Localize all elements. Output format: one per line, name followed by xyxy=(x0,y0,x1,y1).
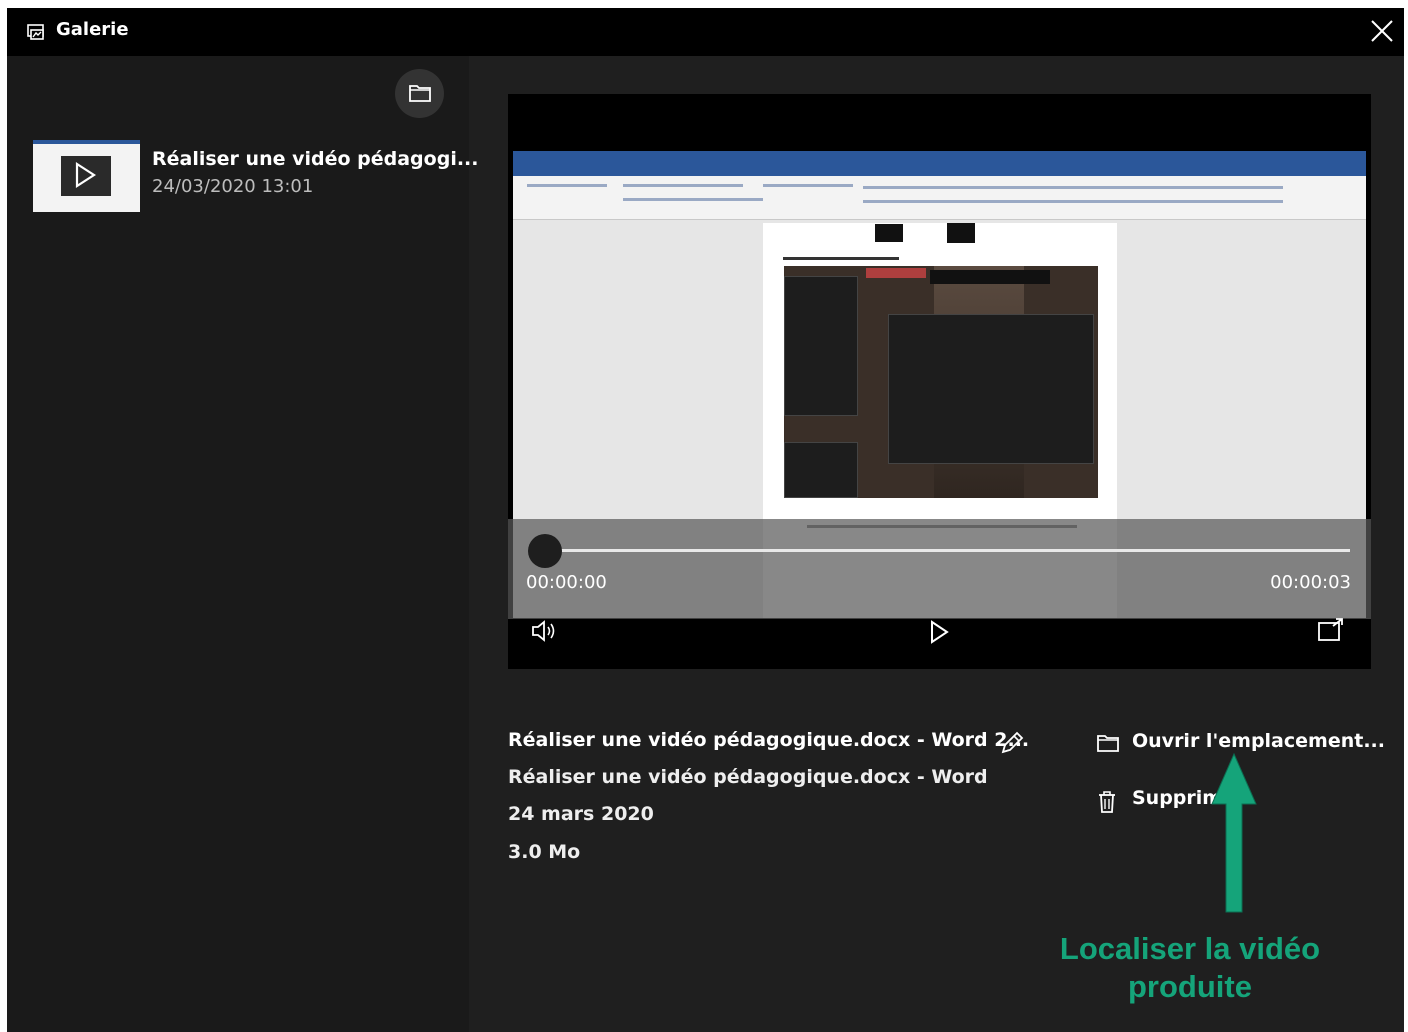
seek-bar[interactable] xyxy=(548,549,1350,552)
gallery-item[interactable]: Réaliser une vidéo pédagogi... 24/03/202… xyxy=(33,140,478,214)
annotation-line-1: Localiser la vidéo xyxy=(1059,931,1321,966)
source-app: Réaliser une vidéo pédagogique.docx - Wo… xyxy=(508,766,988,788)
pencil-icon[interactable] xyxy=(997,728,1027,758)
window-title: Galerie xyxy=(56,19,129,40)
gallery-item-date: 24/03/2020 13:01 xyxy=(152,176,314,197)
gallery-item-title: Réaliser une vidéo pédagogi... xyxy=(152,148,479,170)
total-duration: 00:00:03 xyxy=(1270,572,1351,593)
play-icon xyxy=(75,162,97,188)
play-icon[interactable] xyxy=(928,619,950,645)
annotation-arrow-icon xyxy=(1211,752,1257,913)
open-folder-button[interactable] xyxy=(395,69,444,118)
folder-icon xyxy=(1097,735,1119,752)
title-bar: Galerie xyxy=(7,8,1404,56)
volume-icon[interactable] xyxy=(530,618,560,644)
folder-icon xyxy=(409,85,431,102)
video-thumbnail xyxy=(33,140,140,212)
file-size: 3.0 Mo xyxy=(508,841,581,863)
video-player[interactable]: 00:00:00 00:00:03 xyxy=(508,94,1371,669)
video-title: Réaliser une vidéo pédagogique.docx - Wo… xyxy=(508,729,1030,751)
gallery-sidebar: Réaliser une vidéo pédagogi... 24/03/202… xyxy=(7,56,478,1032)
player-controls xyxy=(508,519,1371,619)
gallery-window: Galerie Réaliser une vidéo pédagogi... 2… xyxy=(7,8,1404,1032)
current-time: 00:00:00 xyxy=(526,572,607,593)
capture-date: 24 mars 2020 xyxy=(508,803,654,825)
seek-handle[interactable] xyxy=(528,534,562,568)
annotation-line-2: produite xyxy=(1128,969,1252,1004)
gallery-icon xyxy=(27,24,44,40)
open-location-label: Ouvrir l'emplacement... xyxy=(1132,730,1385,752)
trash-icon xyxy=(1099,791,1115,813)
close-button[interactable] xyxy=(1368,17,1396,45)
cast-icon[interactable] xyxy=(1316,616,1346,644)
annotation-callout: Localiser la vidéo produite xyxy=(1040,930,1340,1006)
